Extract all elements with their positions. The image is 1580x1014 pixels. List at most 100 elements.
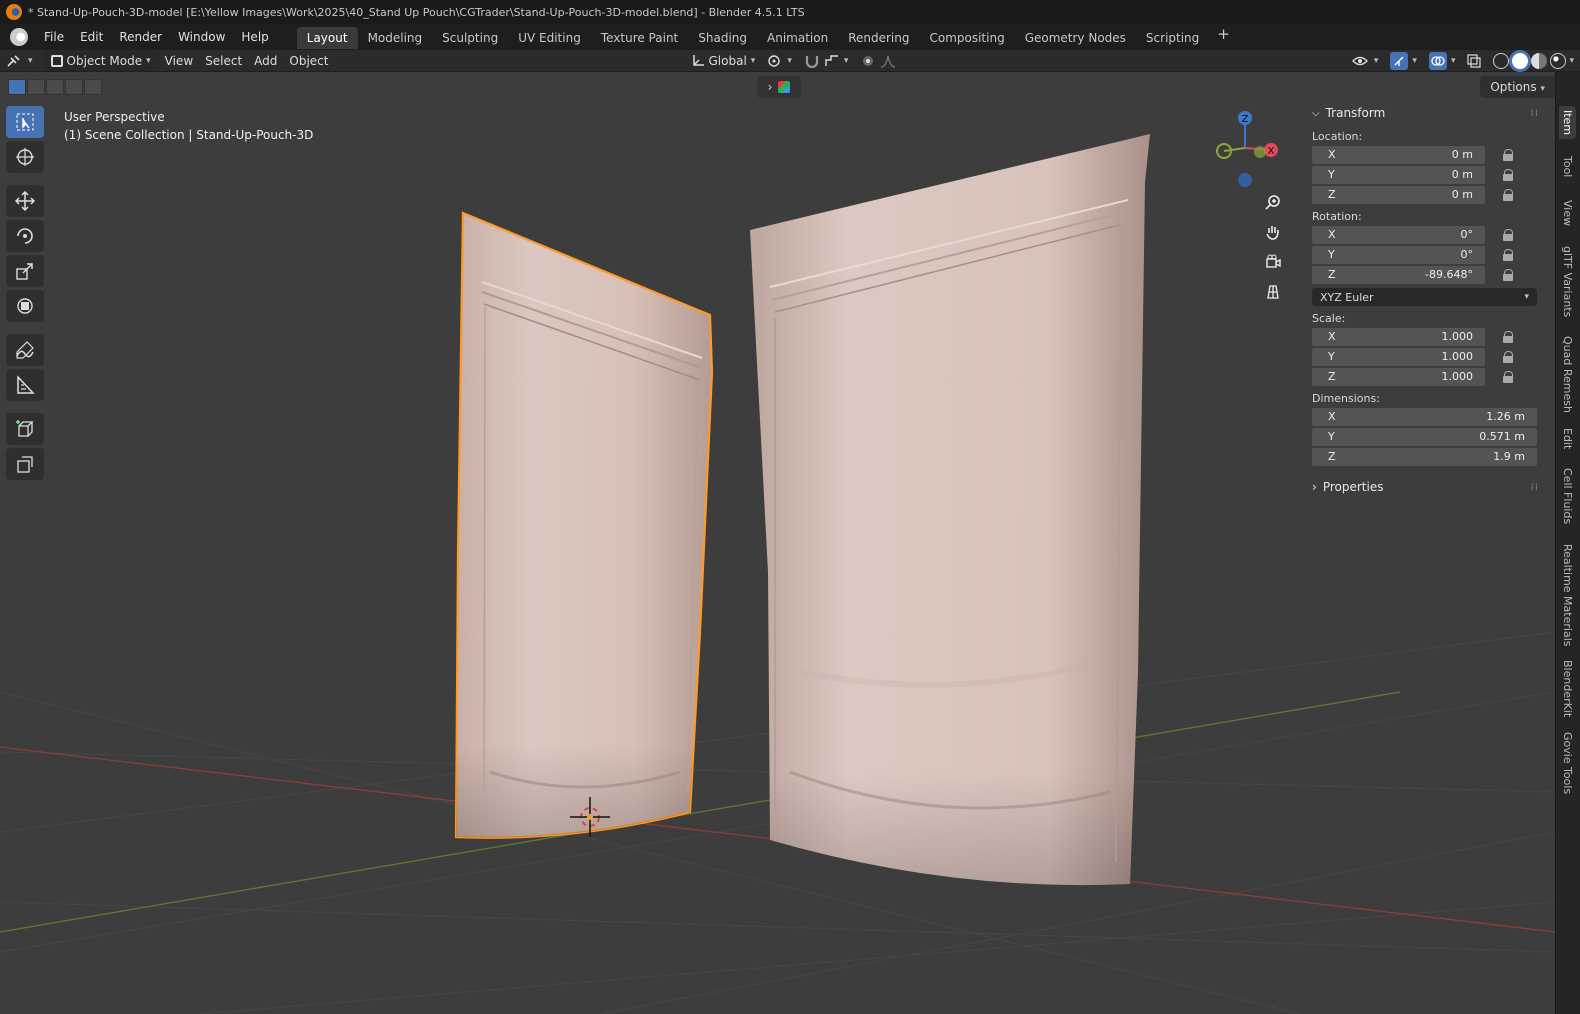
drag-handle-icon[interactable]: ⁞⁞ — [1531, 108, 1539, 119]
select-extend-icon[interactable] — [27, 79, 45, 95]
visibility-selectability-button[interactable]: ▾ — [1346, 51, 1385, 71]
add-cube-tool[interactable] — [6, 413, 44, 445]
hand-pan-icon[interactable] — [1260, 220, 1286, 244]
scale-z-field[interactable]: Z 1.000 — [1312, 367, 1485, 386]
properties-panel-header[interactable]: › Properties ⁞⁞ — [1300, 476, 1545, 498]
lock-icon[interactable] — [1501, 168, 1515, 181]
navigation-gizmo[interactable]: Z X — [1215, 108, 1285, 188]
tab-animation[interactable]: Animation — [757, 27, 838, 49]
sidetab-govie-tools[interactable]: Govie Tools — [1559, 728, 1576, 798]
gizmo-neg-z-axis[interactable] — [1238, 173, 1252, 187]
rotate-tool[interactable] — [6, 220, 44, 252]
gizmo-neg-x-axis[interactable] — [1254, 146, 1266, 158]
lock-icon[interactable] — [1501, 330, 1515, 343]
annotate-tool[interactable] — [6, 334, 44, 366]
lock-icon[interactable] — [1501, 268, 1515, 281]
material-preview-icon[interactable] — [1531, 52, 1548, 69]
asset-shelf-toggle[interactable]: › — [757, 76, 801, 98]
blender-menu-icon[interactable] — [10, 28, 28, 46]
rotation-y-field[interactable]: Y 0° — [1312, 245, 1485, 264]
sidetab-blenderkit[interactable]: BlenderKit — [1559, 656, 1576, 721]
pivot-point-button[interactable]: ▾ — [761, 51, 798, 71]
select-difference-icon[interactable] — [65, 79, 83, 95]
tab-shading[interactable]: Shading — [688, 27, 757, 49]
sidetab-gltf-variants[interactable]: glTF Variants — [1559, 242, 1576, 321]
menu-object[interactable]: Object — [283, 51, 334, 71]
solid-shading-icon[interactable] — [1512, 52, 1529, 69]
zoom-icon[interactable] — [1260, 190, 1286, 214]
tab-geometry-nodes[interactable]: Geometry Nodes — [1015, 27, 1136, 49]
xray-toggle-button[interactable] — [1461, 51, 1487, 71]
dimensions-y-field[interactable]: Y 0.571 m — [1312, 427, 1537, 446]
lock-icon[interactable] — [1501, 248, 1515, 261]
lock-icon[interactable] — [1501, 228, 1515, 241]
tab-compositing[interactable]: Compositing — [919, 27, 1014, 49]
menu-file[interactable]: File — [36, 24, 72, 50]
editor-type-button[interactable]: ▾ — [0, 51, 39, 71]
sidetab-cell-fluids[interactable]: Cell Fluids — [1559, 464, 1576, 528]
lock-icon[interactable] — [1501, 350, 1515, 363]
show-gizmo-button[interactable]: ▾ — [1384, 51, 1423, 71]
location-z-field[interactable]: Z 0 m — [1312, 185, 1485, 204]
perspective-toggle-icon[interactable] — [1260, 280, 1286, 304]
pouch-left-selected[interactable] — [454, 211, 714, 839]
select-new-icon[interactable] — [8, 79, 26, 95]
3d-viewport[interactable]: › Options ▾ User Perspective (1) Scene C… — [0, 72, 1555, 1014]
menu-view[interactable]: View — [159, 51, 199, 71]
camera-view-icon[interactable] — [1260, 250, 1286, 274]
tab-sculpting[interactable]: Sculpting — [432, 27, 508, 49]
dimensions-z-field[interactable]: Z 1.9 m — [1312, 447, 1537, 466]
lock-icon[interactable] — [1501, 188, 1515, 201]
add-workspace-button[interactable]: + — [1209, 25, 1238, 49]
pouch-right[interactable] — [750, 134, 1150, 886]
cursor-tool[interactable] — [6, 141, 44, 173]
tab-scripting[interactable]: Scripting — [1136, 27, 1209, 49]
rendered-shading-icon[interactable] — [1550, 52, 1567, 69]
sidetab-quad-remesh[interactable]: Quad Remesh — [1559, 332, 1576, 417]
snap-button[interactable]: ▾ — [798, 51, 855, 71]
move-tool[interactable] — [6, 185, 44, 217]
tab-modeling[interactable]: Modeling — [358, 27, 433, 49]
tab-rendering[interactable]: Rendering — [838, 27, 919, 49]
lock-icon[interactable] — [1501, 370, 1515, 383]
menu-help[interactable]: Help — [233, 24, 276, 50]
proportional-edit-button[interactable] — [854, 51, 902, 71]
rotation-z-field[interactable]: Z -89.648° — [1312, 265, 1485, 284]
dimensions-x-field[interactable]: X 1.26 m — [1312, 407, 1537, 426]
menu-render[interactable]: Render — [111, 24, 170, 50]
tab-uv-editing[interactable]: UV Editing — [508, 27, 591, 49]
select-box-tool[interactable] — [6, 106, 44, 138]
object-tools-tool[interactable] — [6, 448, 44, 480]
location-y-field[interactable]: Y 0 m — [1312, 165, 1485, 184]
sidetab-view[interactable]: View — [1559, 196, 1576, 230]
mode-selector[interactable]: Object Mode ▾ — [42, 50, 159, 71]
transform-tool[interactable] — [6, 290, 44, 322]
sidetab-item[interactable]: Item — [1559, 106, 1576, 140]
rotation-mode-dropdown[interactable]: XYZ Euler ▾ — [1312, 288, 1537, 306]
select-subtract-icon[interactable] — [46, 79, 64, 95]
tab-texture-paint[interactable]: Texture Paint — [591, 27, 688, 49]
menu-window[interactable]: Window — [170, 24, 233, 50]
scale-tool[interactable] — [6, 255, 44, 287]
wireframe-shading-icon[interactable] — [1493, 52, 1510, 69]
options-button[interactable]: Options ▾ — [1480, 76, 1555, 98]
measure-tool[interactable] — [6, 369, 44, 401]
scale-x-field[interactable]: X 1.000 — [1312, 327, 1485, 346]
location-x-field[interactable]: X 0 m — [1312, 145, 1485, 164]
transform-orientation-selector[interactable]: Global ▾ — [685, 51, 762, 71]
sidetab-realtime-materials[interactable]: Realtime Materials — [1559, 540, 1576, 650]
menu-add[interactable]: Add — [248, 51, 283, 71]
sidetab-edit[interactable]: Edit — [1559, 424, 1576, 453]
sidetab-tool[interactable]: Tool — [1559, 152, 1576, 181]
menu-edit[interactable]: Edit — [72, 24, 111, 50]
drag-handle-icon[interactable]: ⁞⁞ — [1531, 482, 1539, 493]
tab-layout[interactable]: Layout — [296, 27, 358, 49]
chevron-down-icon[interactable]: ▾ — [1569, 51, 1574, 71]
menu-select[interactable]: Select — [199, 51, 248, 71]
scale-y-field[interactable]: Y 1.000 — [1312, 347, 1485, 366]
select-intersect-icon[interactable] — [84, 79, 102, 95]
show-overlays-button[interactable]: ▾ — [1423, 51, 1462, 71]
lock-icon[interactable] — [1501, 148, 1515, 161]
rotation-x-field[interactable]: X 0° — [1312, 225, 1485, 244]
transform-panel-header[interactable]: ⌵ Transform ⁞⁞ — [1300, 102, 1545, 124]
